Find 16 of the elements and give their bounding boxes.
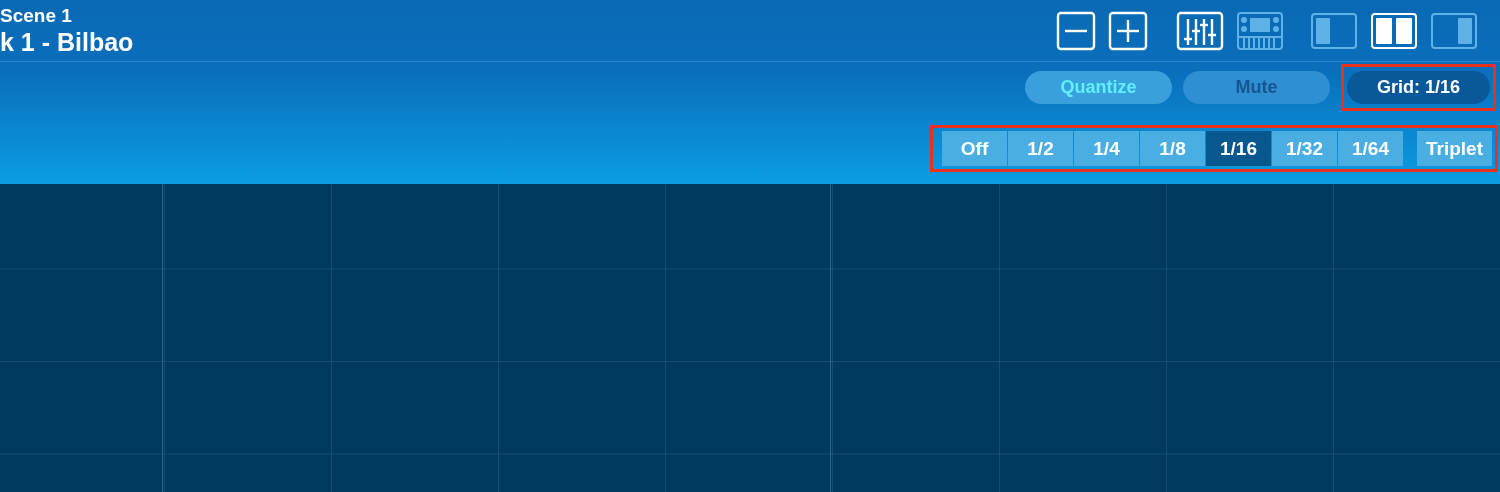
minus-icon[interactable]	[1056, 10, 1096, 51]
scene-name: Scene 1	[0, 5, 73, 27]
grid-segment[interactable]: 1/2	[1008, 131, 1073, 166]
grid-segment[interactable]: 1/32	[1272, 131, 1337, 166]
grid-segment[interactable]: Off	[942, 131, 1007, 166]
grid-segment[interactable]: 1/64	[1338, 131, 1403, 166]
grid-segment[interactable]: 1/16	[1206, 131, 1271, 166]
triplet-toggle[interactable]: Triplet	[1417, 131, 1492, 166]
plus-icon[interactable]	[1108, 10, 1148, 51]
track-title: k 1 - Bilbao	[0, 27, 134, 57]
grid-button[interactable]: Grid: 1/16	[1347, 70, 1490, 104]
quantize-button[interactable]: Quantize	[1025, 70, 1172, 104]
split-view-icon[interactable]	[1370, 11, 1418, 50]
mixer-icon[interactable]	[1176, 10, 1224, 51]
grid-segment[interactable]: 1/4	[1074, 131, 1139, 166]
grid-segment[interactable]: 1/8	[1140, 131, 1205, 166]
